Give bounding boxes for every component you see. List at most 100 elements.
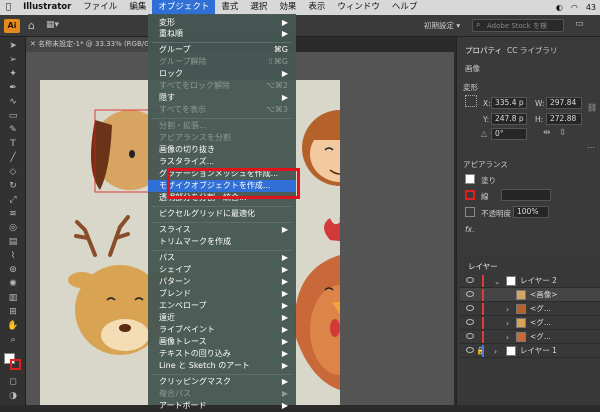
- rotation-field[interactable]: 0°: [491, 128, 527, 140]
- opacity-field[interactable]: 100%: [513, 206, 549, 218]
- magic-wand-icon[interactable]: ✦: [6, 69, 20, 80]
- stroke-weight-field[interactable]: [501, 189, 551, 201]
- selection-tool-icon[interactable]: ➤: [6, 41, 20, 52]
- menu-item-shape[interactable]: シェイプ ▶: [148, 264, 296, 276]
- menu-item-arrange[interactable]: 重ね順 ▶: [148, 28, 296, 40]
- menu-item-expand-appearance[interactable]: アピアランスを分割: [148, 132, 296, 144]
- menu-item-blend[interactable]: ブレンド ▶: [148, 288, 296, 300]
- status-icon[interactable]: ◐: [556, 3, 563, 12]
- monkey-illustration[interactable]: [302, 110, 378, 186]
- y-field[interactable]: 247.8 p: [491, 113, 527, 125]
- menu-item-hide[interactable]: 隠す ▶: [148, 92, 296, 104]
- menu-view[interactable]: 表示: [302, 0, 331, 15]
- line-tool-icon[interactable]: ╱: [6, 153, 20, 164]
- visibility-eye-icon[interactable]: [466, 319, 474, 325]
- w-field[interactable]: 297.84: [546, 97, 582, 109]
- tab-properties[interactable]: プロパティ: [465, 45, 502, 56]
- minimize-panel-icon[interactable]: ▭: [575, 19, 584, 29]
- menu-item-pattern[interactable]: パターン ▶: [148, 276, 296, 288]
- menu-item-expand[interactable]: 分割・拡張...: [148, 120, 296, 132]
- expand-chevron-icon[interactable]: ›: [494, 347, 497, 356]
- h-field[interactable]: 272.88: [546, 113, 582, 125]
- x-field[interactable]: 335.4 p: [491, 97, 527, 109]
- type-tool-icon[interactable]: T: [6, 139, 20, 150]
- close-tab-icon[interactable]: ✕: [30, 40, 38, 48]
- menu-select[interactable]: 選択: [244, 0, 273, 15]
- workspace-switcher[interactable]: 初期設定 ▾: [424, 20, 460, 31]
- menu-file[interactable]: ファイル: [77, 0, 123, 15]
- visibility-eye-icon[interactable]: [466, 291, 474, 297]
- flip-vertical-icon[interactable]: ⇳: [559, 128, 567, 138]
- menu-item-create-trim-marks[interactable]: トリムマークを作成: [148, 236, 296, 248]
- menu-item-text-wrap[interactable]: テキストの回り込み ▶: [148, 348, 296, 360]
- symbol-sprayer-icon[interactable]: ✺: [6, 279, 20, 290]
- expand-chevron-icon[interactable]: ›: [506, 319, 509, 328]
- app-menu[interactable]: Illustrator: [17, 0, 77, 15]
- menu-item-rasterize[interactable]: ラスタライズ...: [148, 156, 296, 168]
- menu-item-show-all[interactable]: すべてを表示 ⌥⌘3: [148, 104, 296, 116]
- menu-item-live-paint[interactable]: ライブペイント ▶: [148, 324, 296, 336]
- visibility-eye-icon[interactable]: [466, 305, 474, 311]
- fx-button[interactable]: fx.: [465, 225, 474, 234]
- menu-item-slice[interactable]: スライス ▶: [148, 224, 296, 236]
- layer-row[interactable]: › <グ...: [460, 330, 600, 344]
- hand-tool-icon[interactable]: ✋: [6, 321, 20, 332]
- menu-type[interactable]: 書式: [215, 0, 244, 15]
- arrange-documents-icon[interactable]: ▦▾: [46, 20, 59, 30]
- stock-search-input[interactable]: ⌕ Adobe Stock を検: [472, 19, 564, 32]
- expand-chevron-icon[interactable]: ›: [506, 305, 509, 314]
- more-options-icon[interactable]: …: [587, 141, 595, 150]
- menu-help[interactable]: ヘルプ: [386, 0, 424, 15]
- apple-menu[interactable]: : [0, 0, 17, 15]
- graph-tool-icon[interactable]: ▥: [6, 293, 20, 304]
- menu-item-artboards[interactable]: アートボード ▶: [148, 400, 296, 412]
- expand-chevron-icon[interactable]: ⌄: [494, 277, 500, 286]
- menu-item-pixel-perfect[interactable]: ピクセルグリッドに最適化: [148, 208, 296, 220]
- menu-item-group[interactable]: グループ ⌘G: [148, 44, 296, 56]
- visibility-eye-icon[interactable]: [466, 347, 474, 353]
- fill-swatch[interactable]: [465, 174, 475, 184]
- expand-chevron-icon[interactable]: ›: [506, 333, 509, 342]
- layer-row[interactable]: › <グ...: [460, 302, 600, 316]
- paintbrush-tool-icon[interactable]: ✎: [6, 125, 20, 136]
- menu-item-line-and-sketch-art[interactable]: Line と Sketch のアート ▶: [148, 360, 296, 372]
- color-mode-icon[interactable]: ◻: [6, 377, 20, 388]
- menu-item-lock[interactable]: ロック ▶: [148, 68, 296, 80]
- drawing-mode-icon[interactable]: ◑: [6, 391, 20, 402]
- layer-row[interactable]: 🔒 › レイヤー 1: [460, 344, 600, 358]
- clock[interactable]: 43: [586, 3, 596, 12]
- menu-item-compound-path[interactable]: 複合パス ▶: [148, 388, 296, 400]
- menu-item-unlock-all[interactable]: すべてをロック解除 ⌥⌘2: [148, 80, 296, 92]
- layer-row[interactable]: › <グ...: [460, 316, 600, 330]
- layer-row[interactable]: ⌄ レイヤー 2: [460, 274, 600, 288]
- gradient-tool-icon[interactable]: ▤: [6, 237, 20, 248]
- visibility-eye-icon[interactable]: [466, 333, 474, 339]
- menu-item-path[interactable]: パス ▶: [148, 252, 296, 264]
- width-tool-icon[interactable]: ≋: [6, 209, 20, 220]
- menu-item-perspective[interactable]: 遠近 ▶: [148, 312, 296, 324]
- zoom-tool-icon[interactable]: ⌕: [6, 335, 20, 346]
- rectangle-tool-icon[interactable]: ▭: [6, 111, 20, 122]
- rooster-illustration[interactable]: [294, 211, 386, 390]
- layer-row[interactable]: <画像>: [460, 288, 600, 302]
- document-tab[interactable]: ✕ 名称未設定-1* @ 33.33% (RGB/GPU: [26, 37, 150, 52]
- constrain-proportions-icon[interactable]: ⛓: [587, 103, 597, 112]
- menu-item-crop-image[interactable]: 画像の切り抜き: [148, 144, 296, 156]
- flip-horizontal-icon[interactable]: ⇹: [543, 128, 551, 138]
- eyedropper-tool-icon[interactable]: ⌇: [6, 251, 20, 262]
- tab-cc-libraries[interactable]: CC ライブラリ: [507, 45, 557, 56]
- menu-edit[interactable]: 編集: [123, 0, 152, 15]
- shape-builder-icon[interactable]: ◎: [6, 223, 20, 234]
- rotate-tool-icon[interactable]: ↻: [6, 181, 20, 192]
- menu-item-ungroup[interactable]: グループ解除 ⇧⌘G: [148, 56, 296, 68]
- direct-selection-tool-icon[interactable]: ➢: [6, 55, 20, 66]
- eraser-tool-icon[interactable]: ◇: [6, 167, 20, 178]
- visibility-eye-icon[interactable]: [466, 277, 474, 283]
- artboard-tool-icon[interactable]: ⊞: [6, 307, 20, 318]
- wifi-icon[interactable]: ◠: [571, 3, 578, 12]
- home-icon[interactable]: ⌂: [28, 19, 35, 32]
- curvature-tool-icon[interactable]: ∿: [6, 97, 20, 108]
- blend-tool-icon[interactable]: ⊚: [6, 265, 20, 276]
- scale-tool-icon[interactable]: ⤢: [6, 195, 20, 206]
- reference-point-icon[interactable]: [465, 95, 477, 107]
